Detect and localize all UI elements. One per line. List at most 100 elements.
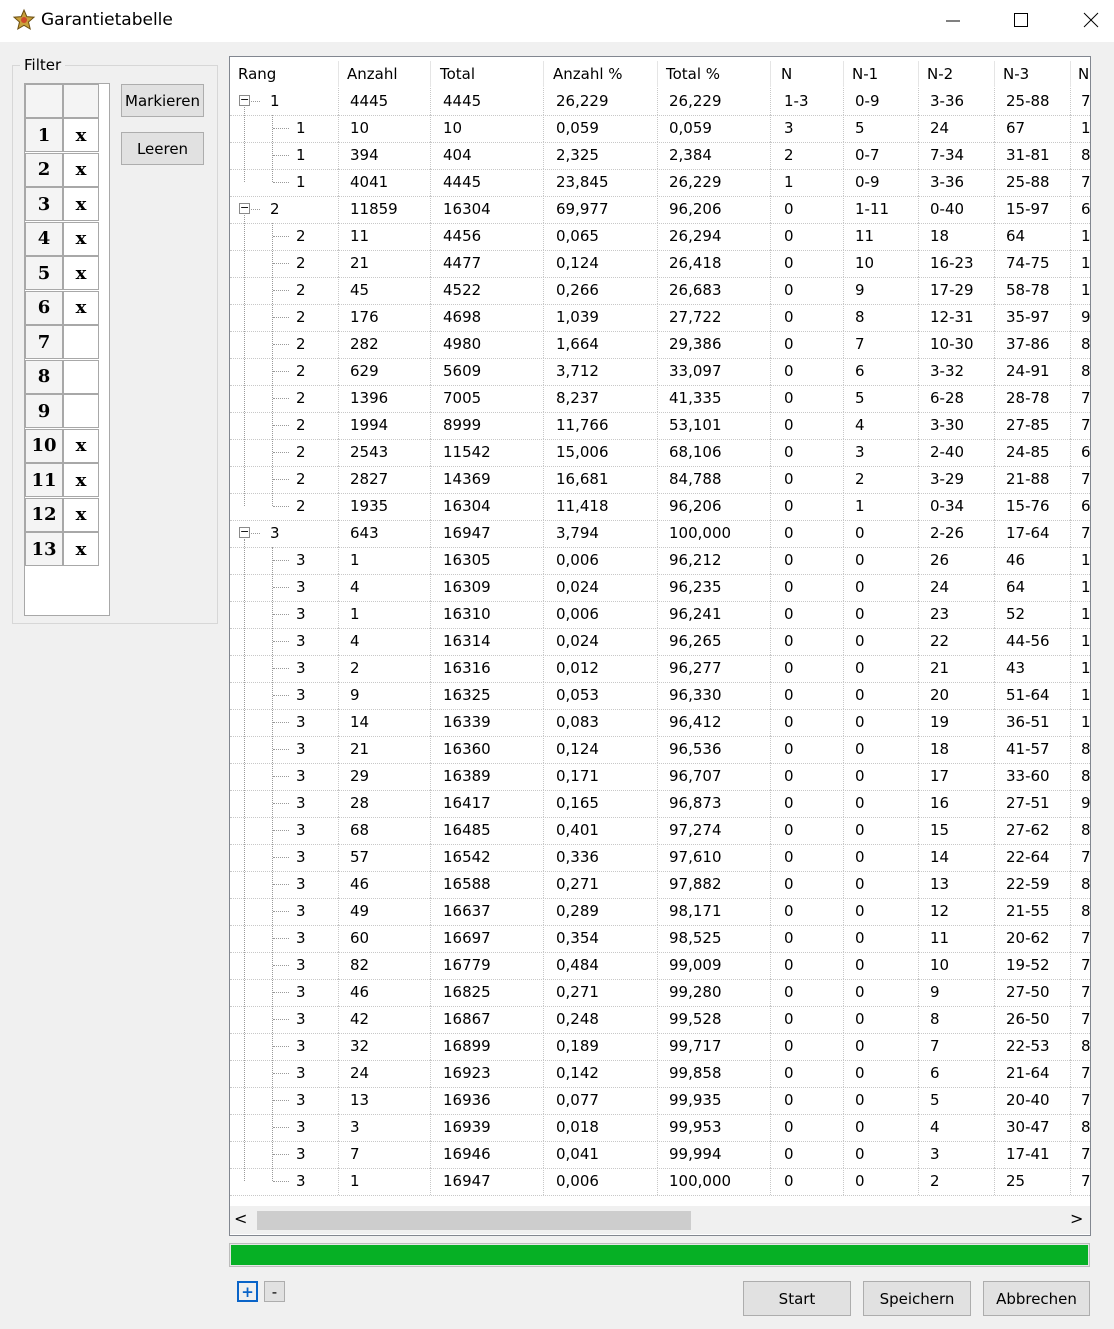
tree-child-row[interactable]: 3 46 16825 0,271 99,280 0 0 9 27-50 7 (230, 979, 1090, 1007)
tree-child-row[interactable]: 2 1994 8999 11,766 53,101 0 4 3-30 27-85 7 (230, 412, 1090, 440)
filter-mark-cell[interactable]: x (63, 256, 99, 290)
tree-child-row[interactable]: 3 60 16697 0,354 98,525 0 0 11 20-62 7 (230, 925, 1090, 953)
column-separator[interactable] (543, 61, 544, 87)
tree-child-row[interactable]: 2 176 4698 1,039 27,722 0 8 12-31 35-97 9 (230, 304, 1090, 332)
filter-mark-cell[interactable] (63, 359, 99, 394)
filter-mark-cell[interactable]: x (63, 428, 99, 463)
column-header[interactable]: Rang (238, 65, 276, 83)
start-button[interactable]: Start (743, 1281, 851, 1316)
filter-mark-cell[interactable] (63, 325, 99, 359)
tree-group-row[interactable]: − 1 4445 4445 26,229 26,229 1-3 0-9 3-36 25-88 7 (230, 88, 1090, 116)
filter-row[interactable]: 13 x (25, 532, 109, 566)
tree-child-row[interactable]: 1 394 404 2,325 2,384 2 0-7 7-34 31-81 8 (230, 142, 1090, 170)
tree-child-row[interactable]: 3 13 16936 0,077 99,935 0 0 5 20-40 7 (230, 1087, 1090, 1115)
filter-mark-cell[interactable]: x (63, 532, 99, 566)
filter-row[interactable]: 3x (25, 187, 109, 221)
column-separator[interactable] (918, 61, 919, 87)
filter-mark-cell[interactable]: x (63, 118, 99, 152)
filter-row[interactable]: 12 x (25, 497, 109, 532)
mark-button[interactable]: Markieren (121, 84, 204, 117)
column-separator[interactable] (770, 61, 771, 87)
tree-child-row[interactable]: 2 629 5609 3,712 33,097 0 6 3-32 24-91 8 (230, 358, 1090, 386)
collapse-all-button[interactable]: - (264, 1281, 285, 1302)
tree-child-row[interactable]: 3 7 16946 0,041 99,994 0 0 3 17-41 7 (230, 1141, 1090, 1169)
tree-child-row[interactable]: 3 4 16314 0,024 96,265 0 0 22 44-56 1 (230, 628, 1090, 656)
column-header[interactable]: Total % (666, 65, 720, 83)
clear-button[interactable]: Leeren (121, 132, 204, 165)
tree-child-row[interactable]: 3 3 16939 0,018 99,953 0 0 4 30-47 8 (230, 1114, 1090, 1142)
tree-child-row[interactable]: 3 14 16339 0,083 96,412 0 0 19 36-51 1 (230, 709, 1090, 737)
cancel-button[interactable]: Abbrechen (983, 1281, 1090, 1316)
filter-row[interactable]: 5x (25, 256, 109, 290)
tree-child-row[interactable]: 3 4 16309 0,024 96,235 0 0 24 64 1 (230, 574, 1090, 602)
scroll-right-icon[interactable]: > (1070, 1209, 1083, 1228)
filter-mark-cell[interactable]: x (63, 221, 99, 256)
tree-child-row[interactable]: 3 1 16947 0,006 100,000 0 0 2 25 7 (230, 1168, 1090, 1196)
column-separator[interactable] (657, 61, 658, 87)
filter-grid[interactable]: 1 x 2 x 3 x 4 x 5 x 6 x 7 8 9 10 x 11 x 12 x 13 x (24, 83, 110, 616)
tree-child-row[interactable]: 3 57 16542 0,336 97,610 0 0 14 22-64 7 (230, 844, 1090, 872)
tree-child-row[interactable]: 3 2 16316 0,012 96,277 0 0 21 43 1 (230, 655, 1090, 683)
column-header[interactable]: N (1078, 65, 1089, 83)
filter-mark-cell[interactable]: x (63, 290, 99, 325)
filter-mark-cell[interactable]: x (63, 152, 99, 187)
filter-mark-cell[interactable] (63, 394, 99, 428)
tree-child-row[interactable]: 3 21 16360 0,124 96,536 0 0 18 41-57 8 (230, 736, 1090, 764)
column-header[interactable]: Anzahl % (553, 65, 623, 83)
tree-child-row[interactable]: 3 42 16867 0,248 99,528 0 0 8 26-50 7 (230, 1006, 1090, 1034)
filter-mark-cell[interactable]: x (63, 187, 99, 221)
tree-child-row[interactable]: 3 9 16325 0,053 96,330 0 0 20 51-64 1 (230, 682, 1090, 710)
tree-child-row[interactable]: 3 49 16637 0,289 98,171 0 0 12 21-55 8 (230, 898, 1090, 926)
column-header[interactable]: N-1 (852, 65, 878, 83)
tree-child-row[interactable]: 3 68 16485 0,401 97,274 0 0 15 27-62 8 (230, 817, 1090, 845)
filter-row[interactable]: 4x (25, 221, 109, 256)
filter-row[interactable]: 1x (25, 118, 109, 152)
tree-child-row[interactable]: 2 1935 16304 11,418 96,206 0 1 0-34 15-76 6 (230, 493, 1090, 521)
filter-row[interactable]: 8 (25, 359, 109, 394)
column-header[interactable]: N (781, 65, 792, 83)
column-separator[interactable] (994, 61, 995, 87)
tree-child-row[interactable]: 3 24 16923 0,142 99,858 0 0 6 21-64 7 (230, 1060, 1090, 1088)
filter-row[interactable]: 9 (25, 394, 109, 428)
scroll-left-icon[interactable]: < (234, 1209, 247, 1228)
filter-row[interactable]: 7 (25, 325, 109, 359)
filter-row[interactable]: 2x (25, 152, 109, 187)
tree-child-row[interactable]: 2 282 4980 1,664 29,386 0 7 10-30 37-86 8 (230, 331, 1090, 359)
tree-child-row[interactable]: 2 21 4477 0,124 26,418 0 10 16-23 74-75 1 (230, 250, 1090, 278)
column-separator[interactable] (843, 61, 844, 87)
collapse-icon[interactable]: − (239, 202, 250, 214)
tree-child-row[interactable]: 3 29 16389 0,171 96,707 0 0 17 33-60 8 (230, 763, 1090, 791)
column-header[interactable]: N-2 (927, 65, 953, 83)
column-separator[interactable] (1070, 61, 1071, 87)
tree-child-row[interactable]: 1 10 10 0,059 0,059 3 5 24 67 1 (230, 115, 1090, 143)
filter-row[interactable]: 11 x (25, 463, 109, 497)
filter-row[interactable]: 6x (25, 290, 109, 325)
guarantee-tree-table[interactable]: Rang Anzahl Total Anzahl % Total % N N-1 N-2 N-3… (229, 56, 1091, 1236)
scrollbar-thumb[interactable] (257, 1211, 691, 1230)
tree-group-row[interactable]: − 3 643 16947 3,794 100,000 0 0 2-26 17-64 7 (230, 520, 1090, 548)
column-separator[interactable] (338, 61, 339, 87)
filter-mark-cell[interactable]: x (63, 497, 99, 532)
tree-child-row[interactable]: 3 28 16417 0,165 96,873 0 0 16 27-51 9 (230, 790, 1090, 818)
maximize-button[interactable] (998, 0, 1044, 40)
tree-child-row[interactable]: 3 1 16310 0,006 96,241 0 0 23 52 1 (230, 601, 1090, 629)
collapse-icon[interactable]: − (239, 94, 250, 106)
column-separator[interactable] (430, 61, 431, 87)
tree-child-row[interactable]: 3 82 16779 0,484 99,009 0 0 10 19-52 7 (230, 952, 1090, 980)
tree-child-row[interactable]: 3 1 16305 0,006 96,212 0 0 26 46 1 (230, 547, 1090, 575)
column-header[interactable]: Anzahl (347, 65, 398, 83)
tree-child-row[interactable]: 1 4041 4445 23,845 26,229 1 0-9 3-36 25-88 7 (230, 169, 1090, 197)
column-header[interactable]: N-3 (1003, 65, 1029, 83)
tree-child-row[interactable]: 3 32 16899 0,189 99,717 0 0 7 22-53 8 (230, 1033, 1090, 1061)
tree-child-row[interactable]: 2 2543 11542 15,006 68,106 0 3 2-40 24-85 6 (230, 439, 1090, 467)
filter-row[interactable]: 10 x (25, 428, 109, 463)
tree-child-row[interactable]: 2 11 4456 0,065 26,294 0 11 18 64 1 (230, 223, 1090, 251)
tree-child-row[interactable]: 3 46 16588 0,271 97,882 0 0 13 22-59 8 (230, 871, 1090, 899)
tree-child-row[interactable]: 2 2827 14369 16,681 84,788 0 2 3-29 21-88 7 (230, 466, 1090, 494)
tree-group-row[interactable]: − 2 11859 16304 69,977 96,206 0 1-11 0-40 15-97 6 (230, 196, 1090, 224)
tree-child-row[interactable]: 2 45 4522 0,266 26,683 0 9 17-29 58-78 1 (230, 277, 1090, 305)
column-header[interactable]: Total (440, 65, 475, 83)
expand-all-button[interactable]: + (237, 1281, 258, 1302)
horizontal-scrollbar[interactable]: < > (230, 1206, 1090, 1234)
save-button[interactable]: Speichern (863, 1281, 971, 1316)
